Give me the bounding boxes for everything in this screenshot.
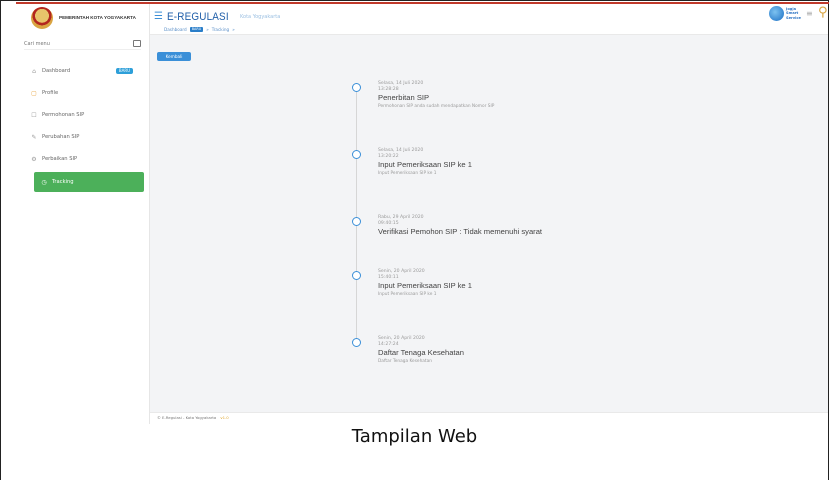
city-emblem-logo xyxy=(31,7,53,29)
timeline-description: Input Pemeriksaan SIP ke 1 xyxy=(378,292,437,297)
app-title: E-REGULASI xyxy=(167,11,229,23)
timeline-title: Penerbitan SIP xyxy=(378,93,430,102)
breadcrumb-dashboard[interactable]: Dashboard xyxy=(164,27,187,32)
timeline-dot-icon xyxy=(352,217,361,226)
jogja-smart-service-logo-text: Jogja Smart Service xyxy=(786,7,801,20)
sidebar-item-label: Tracking xyxy=(52,179,74,185)
timeline-dot-icon xyxy=(352,338,361,347)
breadcrumb: Dashboard BARU » Tracking » xyxy=(150,25,828,35)
brand-name: PEMERINTAH KOTA YOGYAKARTA xyxy=(59,15,136,20)
clock-icon: ◷ xyxy=(41,178,47,186)
search-icon[interactable] xyxy=(133,40,141,47)
sidebar-item-perbaikan-sip[interactable]: ⚙ Perbaikan SIP xyxy=(16,148,149,170)
timeline-dot-icon xyxy=(352,83,361,92)
logo-text-line: Service xyxy=(786,15,801,20)
breadcrumb-badge: BARU xyxy=(189,27,204,32)
user-account-icon[interactable]: ⚲ xyxy=(818,5,828,20)
breadcrumb-end-icon: » xyxy=(232,27,235,32)
timeline-dot-icon xyxy=(352,271,361,280)
breadcrumb-tracking[interactable]: Tracking xyxy=(212,27,229,32)
sidebar-item-label: Permohonan SIP xyxy=(42,112,85,118)
sidebar-item-dashboard[interactable]: ⌂ Dashboard BARU xyxy=(16,60,149,82)
timeline-description: Permohonan SIP anda sudah mendapatkan No… xyxy=(378,104,495,109)
edit-icon: ✎ xyxy=(31,133,37,141)
new-badge: BARU xyxy=(116,68,133,74)
timeline-title: Input Pemeriksaan SIP ke 1 xyxy=(378,160,472,169)
sidebar: PEMERINTAH KOTA YOGYAKARTA ⌂ Dashboard B… xyxy=(16,4,150,424)
sidebar-item-label: Profile xyxy=(42,90,59,96)
app-screen: PEMERINTAH KOTA YOGYAKARTA ⌂ Dashboard B… xyxy=(16,4,828,424)
sidebar-item-label: Perbaikan SIP xyxy=(42,156,78,162)
home-icon: ⌂ xyxy=(32,67,36,75)
sidebar-item-label: Perubahan SIP xyxy=(42,134,80,140)
jogja-smart-service-logo-icon xyxy=(769,6,784,21)
app-subtitle: Kota Yogyakarta xyxy=(240,14,281,20)
figure-caption: Tampilan Web xyxy=(351,426,478,447)
sidebar-item-label: Dashboard xyxy=(42,68,71,74)
document-icon: ☐ xyxy=(31,111,37,119)
timeline-description: Input Pemeriksaan SIP ke 1 xyxy=(378,171,437,176)
menu-lines-icon[interactable]: ≡ xyxy=(806,9,813,18)
user-icon: ▢ xyxy=(31,89,37,97)
footer-version: v1.0 xyxy=(220,415,229,420)
brand[interactable]: PEMERINTAH KOTA YOGYAKARTA xyxy=(16,4,149,32)
timeline-description: Daftar Tenaga Kesehatan xyxy=(378,359,432,364)
sidebar-menu: ⌂ Dashboard BARU ▢ Profile ☐ Permohonan … xyxy=(16,60,149,192)
hamburger-menu-icon[interactable]: ☰ xyxy=(154,12,163,22)
footer-text: © E-Regulasi - Kota Yogyakarta xyxy=(157,415,217,420)
sidebar-item-tracking[interactable]: ◷ Tracking xyxy=(34,172,144,192)
back-button[interactable]: Kembali xyxy=(157,52,191,61)
wrench-icon: ⚙ xyxy=(31,155,37,163)
search-input[interactable] xyxy=(24,40,114,47)
breadcrumb-separator-icon: » xyxy=(206,27,209,32)
sidebar-item-perubahan-sip[interactable]: ✎ Perubahan SIP xyxy=(16,126,149,148)
timeline-title: Daftar Tenaga Kesehatan xyxy=(378,348,464,357)
footer: © E-Regulasi - Kota Yogyakarta v1.0 xyxy=(150,412,828,424)
sidebar-item-profile[interactable]: ▢ Profile xyxy=(16,82,149,104)
timeline-dot-icon xyxy=(352,150,361,159)
sidebar-item-permohonan-sip[interactable]: ☐ Permohonan SIP xyxy=(16,104,149,126)
timeline-title: Verifikasi Pemohon SIP : Tidak memenuhi … xyxy=(378,227,543,236)
timeline-title: Input Pemeriksaan SIP ke 1 xyxy=(378,281,472,290)
sidebar-search xyxy=(24,38,141,50)
